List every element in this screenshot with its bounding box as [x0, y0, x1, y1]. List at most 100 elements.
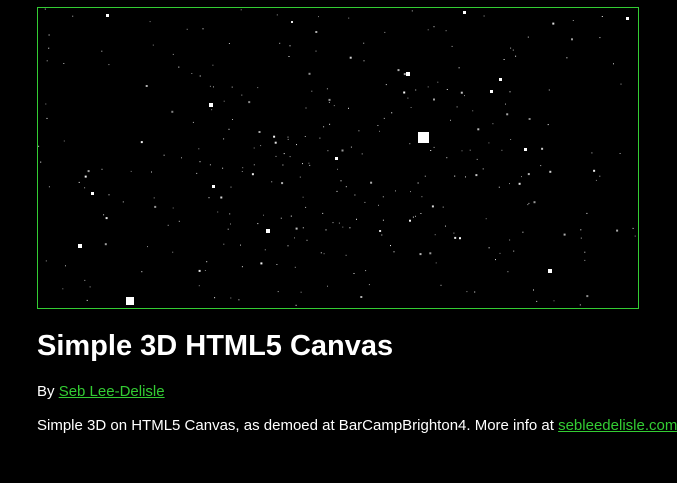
star [323, 253, 325, 255]
star [242, 167, 244, 169]
star [253, 147, 255, 149]
star [427, 29, 429, 31]
description: Simple 3D on HTML5 Canvas, as demoed at … [37, 417, 677, 435]
site-link[interactable]: sebleedelisle.com [558, 417, 677, 434]
star [382, 196, 384, 198]
star [563, 233, 566, 236]
star [140, 141, 143, 144]
star [296, 144, 297, 146]
star [548, 89, 550, 91]
star [620, 83, 622, 85]
star [63, 63, 65, 64]
star [291, 21, 293, 23]
star [87, 170, 90, 173]
star [417, 182, 419, 184]
star [335, 157, 338, 160]
star [315, 50, 317, 52]
star [421, 196, 423, 198]
star [548, 269, 552, 273]
star [451, 45, 453, 47]
star [410, 191, 411, 193]
star [308, 162, 310, 164]
star [512, 49, 514, 51]
star [420, 213, 422, 214]
star [229, 213, 231, 215]
star [499, 78, 502, 81]
star [365, 270, 367, 272]
star [84, 175, 87, 178]
star [101, 50, 103, 52]
star [287, 245, 289, 247]
star [485, 218, 487, 220]
star [586, 212, 588, 214]
star [445, 30, 447, 32]
star [228, 43, 230, 44]
star [488, 142, 490, 144]
star [302, 163, 303, 165]
star [553, 300, 555, 302]
star [483, 15, 485, 17]
star [541, 147, 544, 150]
star [495, 259, 496, 261]
star [460, 91, 463, 94]
star [258, 131, 261, 133]
star [406, 72, 410, 76]
star [130, 170, 132, 172]
star [104, 243, 107, 246]
star [430, 150, 432, 151]
star [172, 207, 174, 209]
star [151, 171, 152, 173]
star [429, 252, 432, 255]
star [196, 172, 198, 174]
star [454, 236, 457, 239]
star [251, 173, 254, 176]
star [212, 185, 215, 188]
star [345, 186, 347, 188]
star [501, 149, 503, 151]
star [370, 181, 373, 184]
star [397, 69, 400, 72]
star [410, 107, 412, 108]
star [368, 284, 370, 286]
star [223, 138, 225, 140]
star [505, 103, 506, 105]
star [552, 22, 555, 25]
star [62, 288, 64, 290]
star [528, 118, 531, 120]
star [294, 237, 295, 239]
star [276, 14, 278, 16]
star [601, 16, 603, 17]
star [363, 42, 365, 44]
author-link[interactable]: Seb Lee-Delisle [59, 383, 165, 400]
star [527, 173, 530, 176]
star [178, 220, 180, 222]
star [528, 202, 530, 204]
star [306, 239, 308, 241]
star [348, 17, 350, 19]
star [580, 229, 582, 231]
star [446, 89, 448, 90]
star [186, 28, 188, 30]
star [106, 14, 109, 17]
star [379, 130, 380, 132]
star [253, 164, 255, 166]
star [45, 260, 47, 262]
star [295, 227, 298, 230]
star [91, 192, 94, 195]
star [506, 113, 509, 116]
star [490, 90, 493, 93]
star [533, 201, 536, 204]
star [349, 56, 352, 59]
star [181, 157, 182, 159]
star [260, 145, 262, 147]
star [415, 89, 417, 91]
star [412, 216, 414, 218]
star [591, 152, 593, 154]
star [469, 149, 471, 151]
star [171, 110, 174, 113]
star [283, 153, 285, 155]
star [395, 190, 396, 192]
star [584, 251, 586, 253]
star [320, 252, 322, 254]
star [108, 64, 110, 66]
